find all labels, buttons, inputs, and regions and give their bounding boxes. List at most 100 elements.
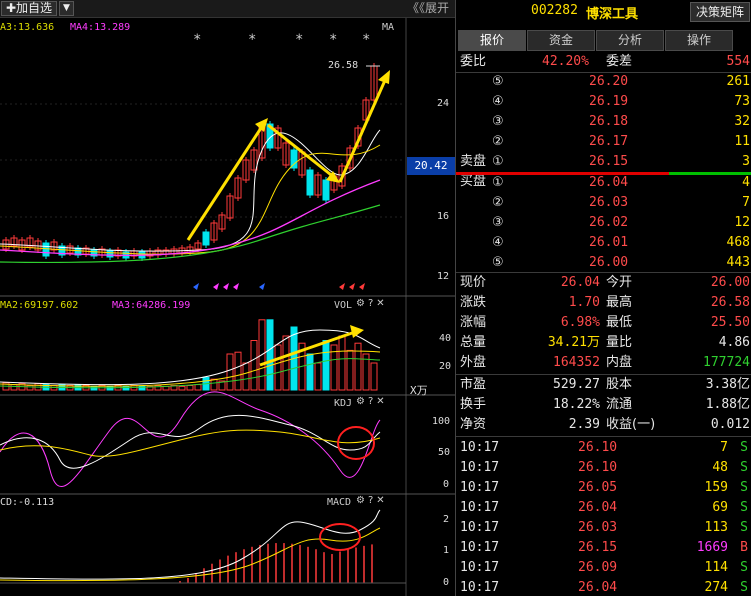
- bid-volume: 443: [726, 255, 750, 270]
- macd-value-label: CD:-0.113: [0, 497, 55, 508]
- close-icon[interactable]: ✕: [376, 298, 384, 309]
- volume-bar: [266, 319, 274, 391]
- ask-price: 26.20: [589, 74, 629, 89]
- help-icon[interactable]: ?: [368, 298, 373, 309]
- fund-value: 529.27: [553, 377, 600, 392]
- stat-label: 最低: [606, 315, 633, 330]
- stat-value: 26.58: [710, 295, 750, 310]
- stat-value: 26.00: [710, 275, 750, 290]
- bid-price: 26.00: [589, 255, 629, 270]
- signal-star: *: [248, 32, 257, 48]
- ask-price: 26.15: [589, 154, 629, 169]
- signal-marker: [359, 283, 365, 290]
- bid-row[interactable]: ⑤ 26.00 443: [456, 253, 751, 273]
- price-axis-tick: 24: [437, 98, 450, 109]
- tick-row[interactable]: 10:17 26.05 159 S: [456, 478, 751, 498]
- close-icon[interactable]: ✕: [376, 396, 384, 407]
- ask-level: ③: [492, 114, 504, 129]
- arrowhead: [378, 70, 390, 84]
- decision-matrix-button[interactable]: 决策矩阵: [689, 2, 750, 22]
- tick-volume: 69: [712, 500, 728, 515]
- bid-row[interactable]: ④ 26.01 468: [456, 233, 751, 253]
- vol-tools: ⚙? ✕: [353, 298, 385, 309]
- ask-volume: 261: [726, 74, 750, 89]
- current-price-tag: 20.42: [407, 157, 455, 175]
- bid-row[interactable]: ① 26.04 4: [456, 173, 751, 193]
- gear-icon[interactable]: ⚙: [356, 396, 365, 407]
- tab-operation[interactable]: 操作: [665, 30, 733, 51]
- macd-indicator-name[interactable]: MACD: [327, 497, 351, 509]
- ma4-label: MA4:13.289: [70, 22, 131, 33]
- add-favorite-button[interactable]: ✚加自选: [1, 1, 58, 16]
- fund-label: 股本: [606, 377, 633, 392]
- help-icon[interactable]: ?: [368, 396, 373, 407]
- fund-label: 市盈: [460, 377, 487, 392]
- ask-row[interactable]: ④ 26.19 73: [456, 92, 751, 112]
- ask-row[interactable]: ⑤ 26.20 261: [456, 72, 751, 92]
- quote-panel: 002282 博深工具 决策矩阵 报价 资金 分析 操作 委比 42.20% 委…: [455, 0, 751, 596]
- ma-tag: MA: [382, 22, 395, 33]
- vol-ma3-label: MA3:64286.199: [112, 300, 191, 311]
- tick-side: S: [740, 500, 748, 515]
- bid-row[interactable]: ③ 26.02 12: [456, 213, 751, 233]
- chart-area[interactable]: ✚加自选 ▼ 《《展开 A3:13.636 MA4:13.289 MA 26.5…: [0, 0, 455, 596]
- chevron-down-icon[interactable]: ▼: [59, 1, 74, 16]
- volume-bar: [210, 378, 218, 391]
- weicha-label: 委差: [606, 54, 633, 69]
- ask-level: ④: [492, 94, 504, 109]
- candle-body: [42, 242, 50, 257]
- bid-volume: 468: [726, 235, 750, 250]
- gear-icon[interactable]: ⚙: [356, 298, 365, 309]
- tick-row[interactable]: 10:17 26.15 1669 B: [456, 538, 751, 558]
- fund-label: 净资: [460, 417, 487, 432]
- tick-row[interactable]: 10:17 26.04 274 S: [456, 578, 751, 596]
- ask-volume: 73: [734, 94, 750, 109]
- price-axis-tick: 12: [437, 271, 450, 282]
- tab-quote[interactable]: 报价: [458, 30, 526, 51]
- fundamental-row: 净资 2.39 收益(一) 0.012: [456, 415, 751, 435]
- sell-side-label: 卖盘: [460, 154, 487, 169]
- close-icon[interactable]: ✕: [376, 495, 384, 506]
- tab-analysis[interactable]: 分析: [596, 30, 664, 51]
- stat-value: 26.04: [560, 275, 600, 290]
- price-axis-tick: 16: [437, 211, 450, 222]
- tick-time: 10:17: [460, 480, 500, 495]
- tick-row[interactable]: 10:17 26.10 7 S: [456, 438, 751, 458]
- ask-row[interactable]: ③ 26.18 32: [456, 112, 751, 132]
- quote-tabs: 报价 资金 分析 操作: [458, 30, 734, 51]
- stat-value: 4.86: [718, 335, 750, 350]
- bid-volume: 12: [734, 215, 750, 230]
- tick-row[interactable]: 10:17 26.09 114 S: [456, 558, 751, 578]
- volume-bar: [234, 351, 242, 391]
- volume-bar: [186, 385, 194, 391]
- tick-price: 26.10: [578, 460, 618, 475]
- tick-volume: 114: [704, 560, 728, 575]
- tick-row[interactable]: 10:17 26.04 69 S: [456, 498, 751, 518]
- macd-highlight-circle: [319, 523, 361, 551]
- fund-value: 18.22%: [553, 397, 600, 412]
- kdj-indicator-name[interactable]: KDJ: [334, 398, 352, 410]
- kdj-axis-tick: 50: [438, 447, 451, 458]
- macd-axis-tick: 1: [443, 545, 450, 556]
- chart-canvas[interactable]: [0, 0, 455, 596]
- tab-funds[interactable]: 资金: [527, 30, 595, 51]
- tick-row[interactable]: 10:17 26.10 48 S: [456, 458, 751, 478]
- stat-value: 34.21万: [547, 335, 600, 350]
- stat-value: 177724: [703, 355, 750, 370]
- ma3-label: A3:13.636: [0, 22, 55, 33]
- fundamental-row: 换手 18.22% 流通 1.88亿: [456, 395, 751, 415]
- gear-icon[interactable]: ⚙: [356, 495, 365, 506]
- ask-volume: 3: [742, 154, 750, 169]
- ask-row[interactable]: ① 26.15 3: [456, 152, 751, 172]
- tick-time: 10:17: [460, 580, 500, 595]
- signal-marker: [259, 283, 265, 290]
- tick-price: 26.09: [578, 560, 618, 575]
- bid-volume: 4: [742, 175, 750, 190]
- ask-row[interactable]: ② 26.17 11: [456, 132, 751, 152]
- help-icon[interactable]: ?: [368, 495, 373, 506]
- bid-row[interactable]: ② 26.03 7: [456, 193, 751, 213]
- vol-indicator-name[interactable]: VOL: [334, 300, 352, 312]
- expand-button[interactable]: 《《展开: [407, 1, 449, 16]
- stat-label: 今开: [606, 275, 633, 290]
- tick-row[interactable]: 10:17 26.03 113 S: [456, 518, 751, 538]
